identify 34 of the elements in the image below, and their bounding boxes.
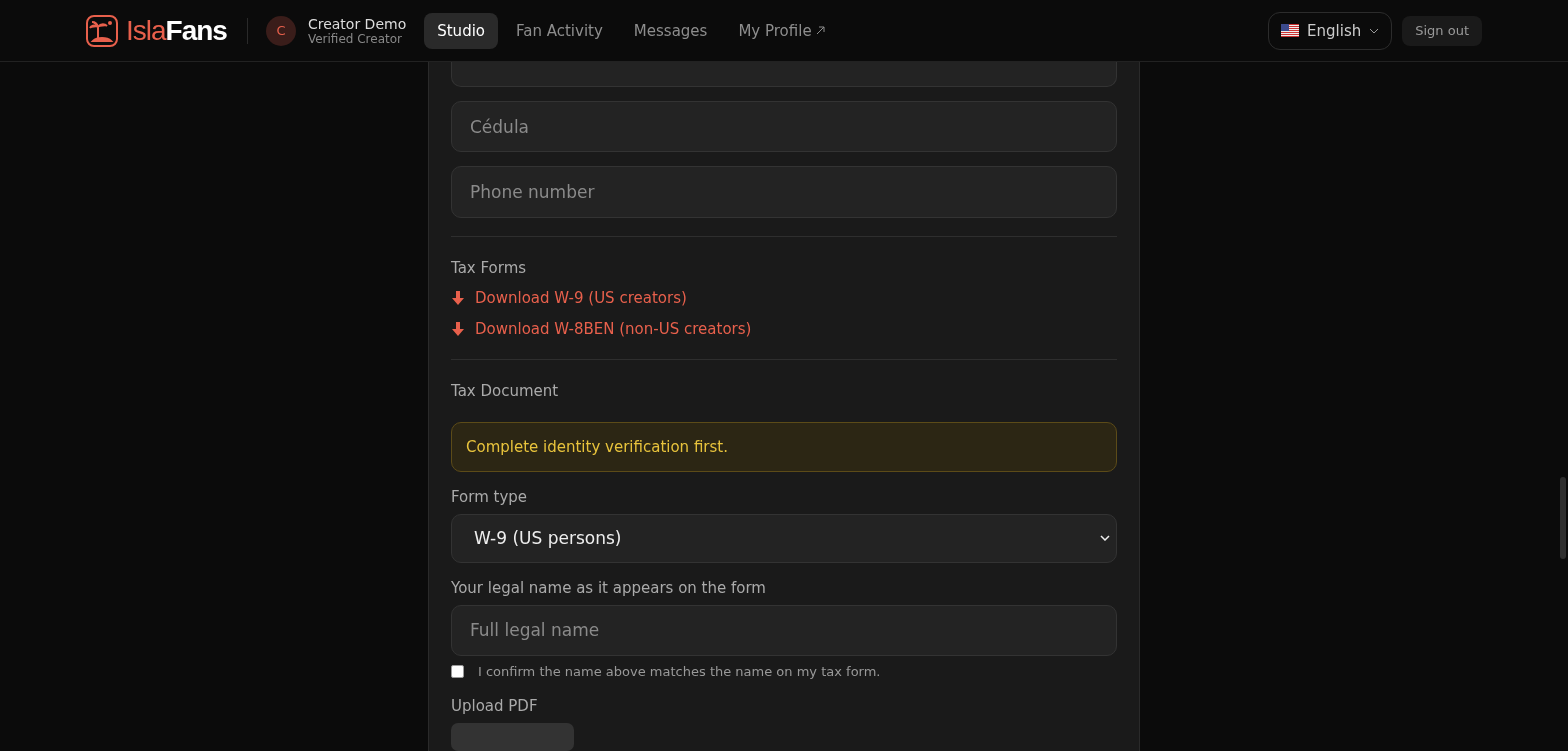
nav-tab[interactable]: My Profile [725,12,838,49]
brand-name[interactable]: IslaFans [126,14,227,47]
checkbox[interactable] [451,665,464,678]
nav-tab[interactable]: Fan Activity [503,12,616,49]
sign-out-button[interactable]: Sign out [1402,15,1482,46]
user-name: Creator Demo [307,15,407,32]
external-link-icon [815,26,825,35]
text-field[interactable] [451,62,1117,87]
field-label: Upload PDF [451,697,539,715]
section-title: Tax Document [451,381,560,400]
text-field[interactable]: Cédula [451,101,1117,153]
download-link[interactable]: Download W-9 (US creators) [451,288,687,307]
text-field[interactable]: Full legal name [451,604,1117,656]
nav-tab[interactable]: Studio [424,12,498,49]
section-title: Tax Forms [451,258,528,277]
nav-tab[interactable]: Messages [620,12,721,49]
field-label: Your legal name as it appears on the form [451,578,767,597]
choose-file-button[interactable] [451,723,574,751]
warning-alert: Complete identity verification first. [451,421,1117,472]
user-avatar: C [265,15,296,46]
language-select[interactable]: English [1268,11,1393,50]
checkbox-label: I confirm the name above matches the name on my tax form. [478,664,881,679]
field-label: Form type [451,487,529,506]
form-type-select[interactable]: W-9 (US persons) [451,513,1117,563]
scrollbar-thumb[interactable] [1560,477,1566,559]
chevron-down-icon [1100,535,1110,542]
user-role: Verified Creator [307,31,403,46]
download-icon [451,289,465,306]
flag-icon [1281,24,1300,37]
text-field[interactable]: Phone number [451,166,1117,218]
download-icon [451,320,465,337]
logo-icon [86,14,118,47]
download-link[interactable]: Download W-8BEN (non-US creators) [451,319,752,338]
chevron-down-icon [1369,27,1380,34]
